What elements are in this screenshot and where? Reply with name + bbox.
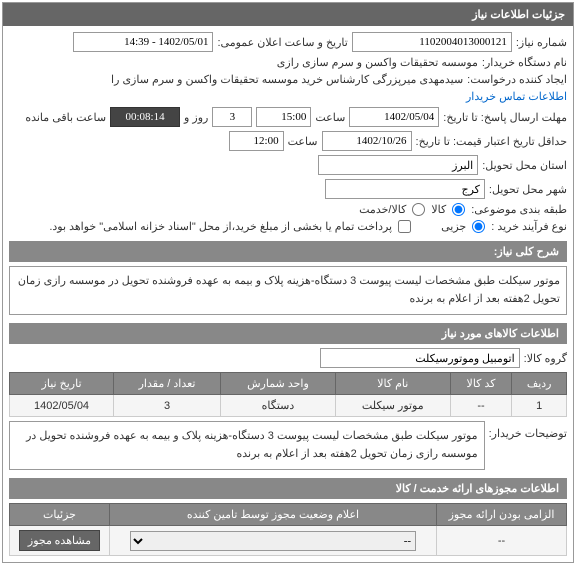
row-buyer-note: توضیحات خریدار: موتور سیکلت طبق مشخصات ل… xyxy=(9,421,567,470)
col-code: کد کالا xyxy=(450,373,512,395)
announce-input[interactable] xyxy=(73,32,213,52)
group-input[interactable] xyxy=(320,348,520,368)
reply-date-input[interactable] xyxy=(349,107,439,127)
cell-code: -- xyxy=(450,395,512,417)
days-input[interactable] xyxy=(212,107,252,127)
view-permit-button[interactable]: مشاهده مجوز xyxy=(19,530,100,551)
row-buy-type: نوع فرآیند خرید : جزیی پرداخت تمام یا بخ… xyxy=(9,220,567,233)
panel-body: شماره نیاز: تاریخ و ساعت اعلان عمومی: نا… xyxy=(3,26,573,562)
remain-time-input xyxy=(110,107,180,127)
niaz-no-input[interactable] xyxy=(352,32,512,52)
saat-label-1: ساعت xyxy=(315,111,345,124)
row-category: طبقه بندی موضوعی: کالا کالا/خدمت xyxy=(9,203,567,216)
permits-table: الزامی بودن ارائه مجوز اعلام وضعیت مجوز … xyxy=(9,503,567,556)
city-label: شهر محل تحویل: xyxy=(489,183,567,196)
col-unit: واحد شمارش xyxy=(221,373,336,395)
cell-unit: دستگاه xyxy=(221,395,336,417)
saat-label-2: ساعت xyxy=(288,135,318,148)
items-table: ردیف کد کالا نام کالا واحد شمارش تعداد /… xyxy=(9,372,567,417)
row-buyer-org: نام دستگاه خریدار: موسسه تحقیقات واکسن و… xyxy=(9,56,567,69)
contact-link[interactable]: اطلاعات تماس خریدار xyxy=(466,90,567,103)
col-status: اعلام وضعیت مجوز توسط تامین کننده xyxy=(110,504,437,526)
cell-name: موتور سیکلت xyxy=(335,395,450,417)
items-header: اطلاعات کالاهای مورد نیاز xyxy=(9,323,567,344)
reply-deadline-label: مهلت ارسال پاسخ: تا تاریخ: xyxy=(443,111,567,124)
province-input[interactable] xyxy=(318,155,478,175)
row-niaz-no: شماره نیاز: تاریخ و ساعت اعلان عمومی: xyxy=(9,32,567,52)
city-input[interactable] xyxy=(325,179,485,199)
cat-khadamat-radio[interactable] xyxy=(412,203,425,216)
desc-box: موتور سیکلت طبق مشخصات لیست پیوست 3 دستگ… xyxy=(9,266,567,315)
col-mandatory: الزامی بودن ارائه مجوز xyxy=(437,504,567,526)
permits-header: اطلاعات مجوزهای ارائه خدمت / کالا xyxy=(9,478,567,499)
row-city: شهر محل تحویل: xyxy=(9,179,567,199)
row-group: گروه کالا: xyxy=(9,348,567,368)
min-valid-time-input[interactable] xyxy=(229,131,284,151)
niaz-no-label: شماره نیاز: xyxy=(516,36,567,49)
main-panel: جزئیات اطلاعات نیاز شماره نیاز: تاریخ و … xyxy=(2,2,574,563)
col-row: ردیف xyxy=(512,373,567,395)
buy-type-note: پرداخت تمام یا بخشی از مبلغ خرید،از محل … xyxy=(49,220,392,233)
buyer-note-box: موتور سیکلت طبق مشخصات لیست پیوست 3 دستگ… xyxy=(9,421,485,470)
col-qty: تعداد / مقدار xyxy=(114,373,221,395)
cell-date: 1402/05/04 xyxy=(10,395,114,417)
cat-kala-label: کالا xyxy=(431,203,446,216)
buy-type-partial-radio[interactable] xyxy=(472,220,485,233)
reply-time-input[interactable] xyxy=(256,107,311,127)
buy-type-partial-label: جزیی xyxy=(441,220,466,233)
min-valid-date-input[interactable] xyxy=(322,131,412,151)
buy-type-label: نوع فرآیند خرید : xyxy=(491,220,567,233)
buyer-org-label: نام دستگاه خریدار: xyxy=(482,56,567,69)
status-select[interactable]: -- xyxy=(130,531,416,551)
group-label: گروه کالا: xyxy=(524,352,567,365)
col-date: تاریخ نیاز xyxy=(10,373,114,395)
col-name: نام کالا xyxy=(335,373,450,395)
cell-status: -- xyxy=(110,526,437,556)
row-reply-deadline: مهلت ارسال پاسخ: تا تاریخ: ساعت روز و سا… xyxy=(9,107,567,127)
cat-khadamat-label: کالا/خدمت xyxy=(359,203,406,216)
cell-details: مشاهده مجوز xyxy=(10,526,110,556)
creator-label: ایجاد کننده درخواست: xyxy=(467,73,567,86)
min-valid-label: حداقل تاریخ اعتبار قیمت: تا تاریخ: xyxy=(416,135,567,148)
cell-mandatory: -- xyxy=(437,526,567,556)
panel-title: جزئیات اطلاعات نیاز xyxy=(3,3,573,26)
row-province: استان محل تحویل: xyxy=(9,155,567,175)
category-label: طبقه بندی موضوعی: xyxy=(471,203,567,216)
province-label: استان محل تحویل: xyxy=(482,159,567,172)
creator-value: سیدمهدی میرپزرگی کارشناس خرید موسسه تحقی… xyxy=(111,73,463,86)
row-creator: ایجاد کننده درخواست: سیدمهدی میرپزرگی کا… xyxy=(9,73,567,103)
days-label: روز و xyxy=(184,111,208,124)
remain-label: ساعت باقی مانده xyxy=(25,111,106,124)
col-details: جزئیات xyxy=(10,504,110,526)
buyer-org-value: موسسه تحقیقات واکسن و سرم سازی رازی xyxy=(277,56,478,69)
buy-type-note-check[interactable] xyxy=(398,220,411,233)
permits-header-row: الزامی بودن ارائه مجوز اعلام وضعیت مجوز … xyxy=(10,504,567,526)
cell-qty: 3 xyxy=(114,395,221,417)
cell-row: 1 xyxy=(512,395,567,417)
permits-row: -- -- مشاهده مجوز xyxy=(10,526,567,556)
announce-label: تاریخ و ساعت اعلان عمومی: xyxy=(217,36,347,49)
cat-kala-radio[interactable] xyxy=(452,203,465,216)
table-row[interactable]: 1 -- موتور سیکلت دستگاه 3 1402/05/04 xyxy=(10,395,567,417)
buyer-note-label: توضیحات خریدار: xyxy=(489,421,567,440)
desc-header: شرح کلی نیاز: xyxy=(9,241,567,262)
items-header-row: ردیف کد کالا نام کالا واحد شمارش تعداد /… xyxy=(10,373,567,395)
row-min-valid: حداقل تاریخ اعتبار قیمت: تا تاریخ: ساعت xyxy=(9,131,567,151)
